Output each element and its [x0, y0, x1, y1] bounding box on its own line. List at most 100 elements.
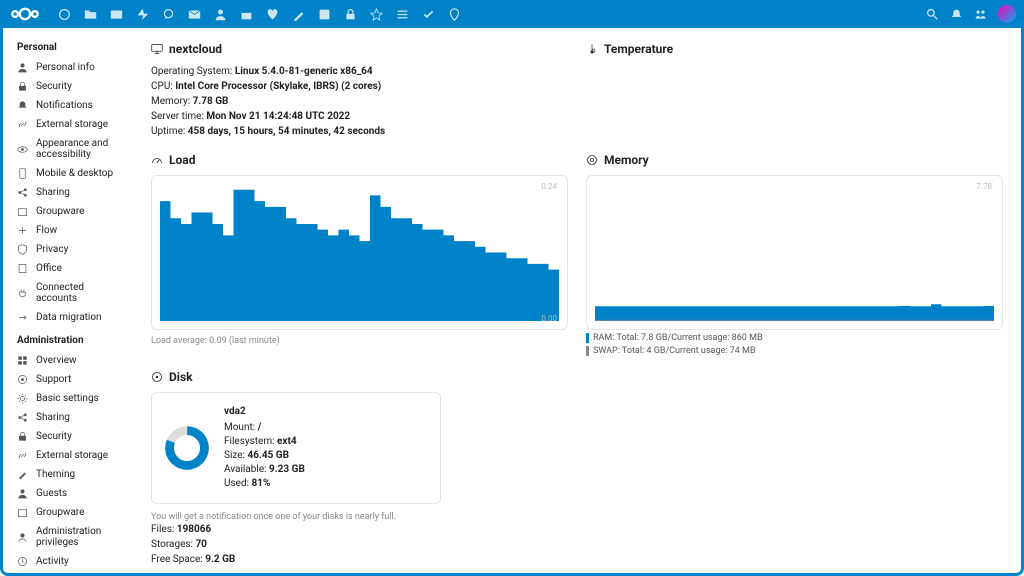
sidebar-item-label: Groupware — [36, 507, 85, 518]
uptime-line: Uptime: 458 days, 15 hours, 54 minutes, … — [151, 124, 568, 139]
load-chart: 0.24 0.00 — [151, 175, 568, 330]
sidebar-item-label: Basic settings — [36, 393, 99, 404]
avatar[interactable] — [998, 5, 1016, 23]
sidebar-item-support[interactable]: Support — [3, 370, 133, 389]
topbar — [0, 0, 1024, 28]
sidebar-item-groupware[interactable]: Groupware — [3, 503, 133, 522]
sidebar-item-flow[interactable]: Flow — [3, 221, 133, 240]
plug-icon — [17, 288, 28, 299]
sidebar-item-basic-settings[interactable]: Basic settings — [3, 389, 133, 408]
sidebar-item-data-migration[interactable]: Data migration — [3, 308, 133, 327]
mem-max: 7.78 — [976, 182, 992, 191]
flow-icon — [17, 225, 28, 236]
sidebar-item-appearance-and-accessibility[interactable]: Appearance and accessibility — [3, 134, 133, 164]
disk-title: Disk — [151, 370, 1003, 384]
sidebar-item-notifications[interactable]: Notifications — [3, 96, 133, 115]
disk-notif: You will get a notification once one of … — [151, 512, 1003, 522]
sidebar-item-label: Personal info — [36, 62, 95, 73]
sidebar-item-sharing[interactable]: Sharing — [3, 183, 133, 202]
passwords-icon[interactable] — [338, 2, 362, 26]
nextcloud-logo-icon[interactable] — [8, 6, 42, 22]
talk-icon[interactable] — [156, 2, 180, 26]
sidebar-item-groupware[interactable]: Groupware — [3, 202, 133, 221]
sidebar-item-label: Sharing — [36, 412, 70, 423]
share-icon — [17, 187, 28, 198]
load-max: 0.24 — [541, 182, 557, 191]
files-icon[interactable] — [78, 2, 102, 26]
sidebar-item-guests[interactable]: Guests — [3, 484, 133, 503]
tasks-icon[interactable] — [416, 2, 440, 26]
calendar-icon[interactable] — [234, 2, 258, 26]
shield-icon — [17, 244, 28, 255]
phone-icon — [17, 168, 28, 179]
sidebar-item-connected-accounts[interactable]: Connected accounts — [3, 278, 133, 308]
activity-icon[interactable] — [130, 2, 154, 26]
contacts-menu-icon[interactable] — [968, 2, 992, 26]
gauge-icon — [151, 154, 163, 166]
sidebar-item-external-storage[interactable]: External storage — [3, 446, 133, 465]
sidebar-item-flow[interactable]: Flow — [3, 571, 133, 573]
user-icon — [17, 488, 28, 499]
box-icon — [17, 206, 28, 217]
migrate-icon — [17, 312, 28, 323]
deck-icon[interactable] — [312, 2, 336, 26]
thermometer-icon — [586, 43, 598, 55]
sidebar-item-mobile-desktop[interactable]: Mobile & desktop — [3, 164, 133, 183]
sidebar-item-label: Guests — [36, 488, 67, 499]
load-min: 0.00 — [541, 314, 557, 323]
sidebar-item-personal-info[interactable]: Personal info — [3, 58, 133, 77]
sidebar-item-sharing[interactable]: Sharing — [3, 408, 133, 427]
sidebar-item-label: Activity — [36, 556, 69, 567]
maps-icon[interactable] — [442, 2, 466, 26]
sidebar-item-label: Administration privileges — [36, 526, 125, 548]
sidebar-item-security[interactable]: Security — [3, 427, 133, 446]
memory-chart: 7.78 — [586, 175, 1003, 330]
time-line: Server time: Mon Nov 21 14:24:48 UTC 202… — [151, 109, 568, 124]
contacts-icon[interactable] — [208, 2, 232, 26]
cpu-line: CPU: Intel Core Processor (Skylake, IBRS… — [151, 79, 568, 94]
notes-icon[interactable] — [286, 2, 310, 26]
user-icon — [17, 62, 28, 73]
sidebar-item-office[interactable]: Office — [3, 259, 133, 278]
sidebar-item-overview[interactable]: Overview — [3, 351, 133, 370]
sidebar-item-label: External storage — [36, 119, 108, 130]
photos-icon[interactable] — [104, 2, 128, 26]
load-caption: Load average: 0.09 (last minute) — [151, 336, 568, 346]
sidebar-item-privacy[interactable]: Privacy — [3, 240, 133, 259]
sidebar-item-security[interactable]: Security — [3, 77, 133, 96]
disk-donut — [164, 425, 210, 471]
box-icon — [17, 507, 28, 518]
monitor-icon — [151, 43, 163, 55]
sidebar-item-theming[interactable]: Theming — [3, 465, 133, 484]
search-icon[interactable] — [920, 2, 944, 26]
sidebar-item-external-storage[interactable]: External storage — [3, 115, 133, 134]
memory-title: Memory — [586, 153, 1003, 167]
system-title: nextcloud — [151, 42, 568, 56]
sidebar-item-label: Data migration — [36, 312, 102, 323]
mem-line: Memory: 7.78 GB — [151, 94, 568, 109]
health-icon[interactable] — [260, 2, 284, 26]
dashboard-icon[interactable] — [52, 2, 76, 26]
sidebar-item-label: Privacy — [36, 244, 68, 255]
sidebar-item-label: Notifications — [36, 100, 93, 111]
support-icon — [17, 374, 28, 385]
sidebar-item-label: Theming — [36, 469, 75, 480]
swap-legend: SWAP: Total: 4 GB/Current usage: 74 MB — [586, 346, 1003, 356]
forms-icon[interactable] — [390, 2, 414, 26]
link-icon — [17, 119, 28, 130]
os-line: Operating System: Linux 5.4.0-81-generic… — [151, 64, 568, 79]
sidebar-item-label: Mobile & desktop — [36, 168, 113, 179]
sidebar-item-label: Security — [36, 81, 72, 92]
admin-icon — [17, 532, 28, 543]
sidebar-item-activity[interactable]: Activity — [3, 552, 133, 571]
mail-icon[interactable] — [182, 2, 206, 26]
doc-icon — [17, 263, 28, 274]
sidebar-item-administration-privileges[interactable]: Administration privileges — [3, 522, 133, 552]
bookmarks-icon[interactable] — [364, 2, 388, 26]
brush-icon — [17, 469, 28, 480]
temperature-title: Temperature — [586, 42, 1003, 56]
sidebar-admin-header: Administration — [3, 327, 133, 351]
lock-icon — [17, 431, 28, 442]
notifications-icon[interactable] — [944, 2, 968, 26]
disk-card: vda2 Mount: / Filesystem: ext4 Size: 46.… — [151, 392, 441, 504]
